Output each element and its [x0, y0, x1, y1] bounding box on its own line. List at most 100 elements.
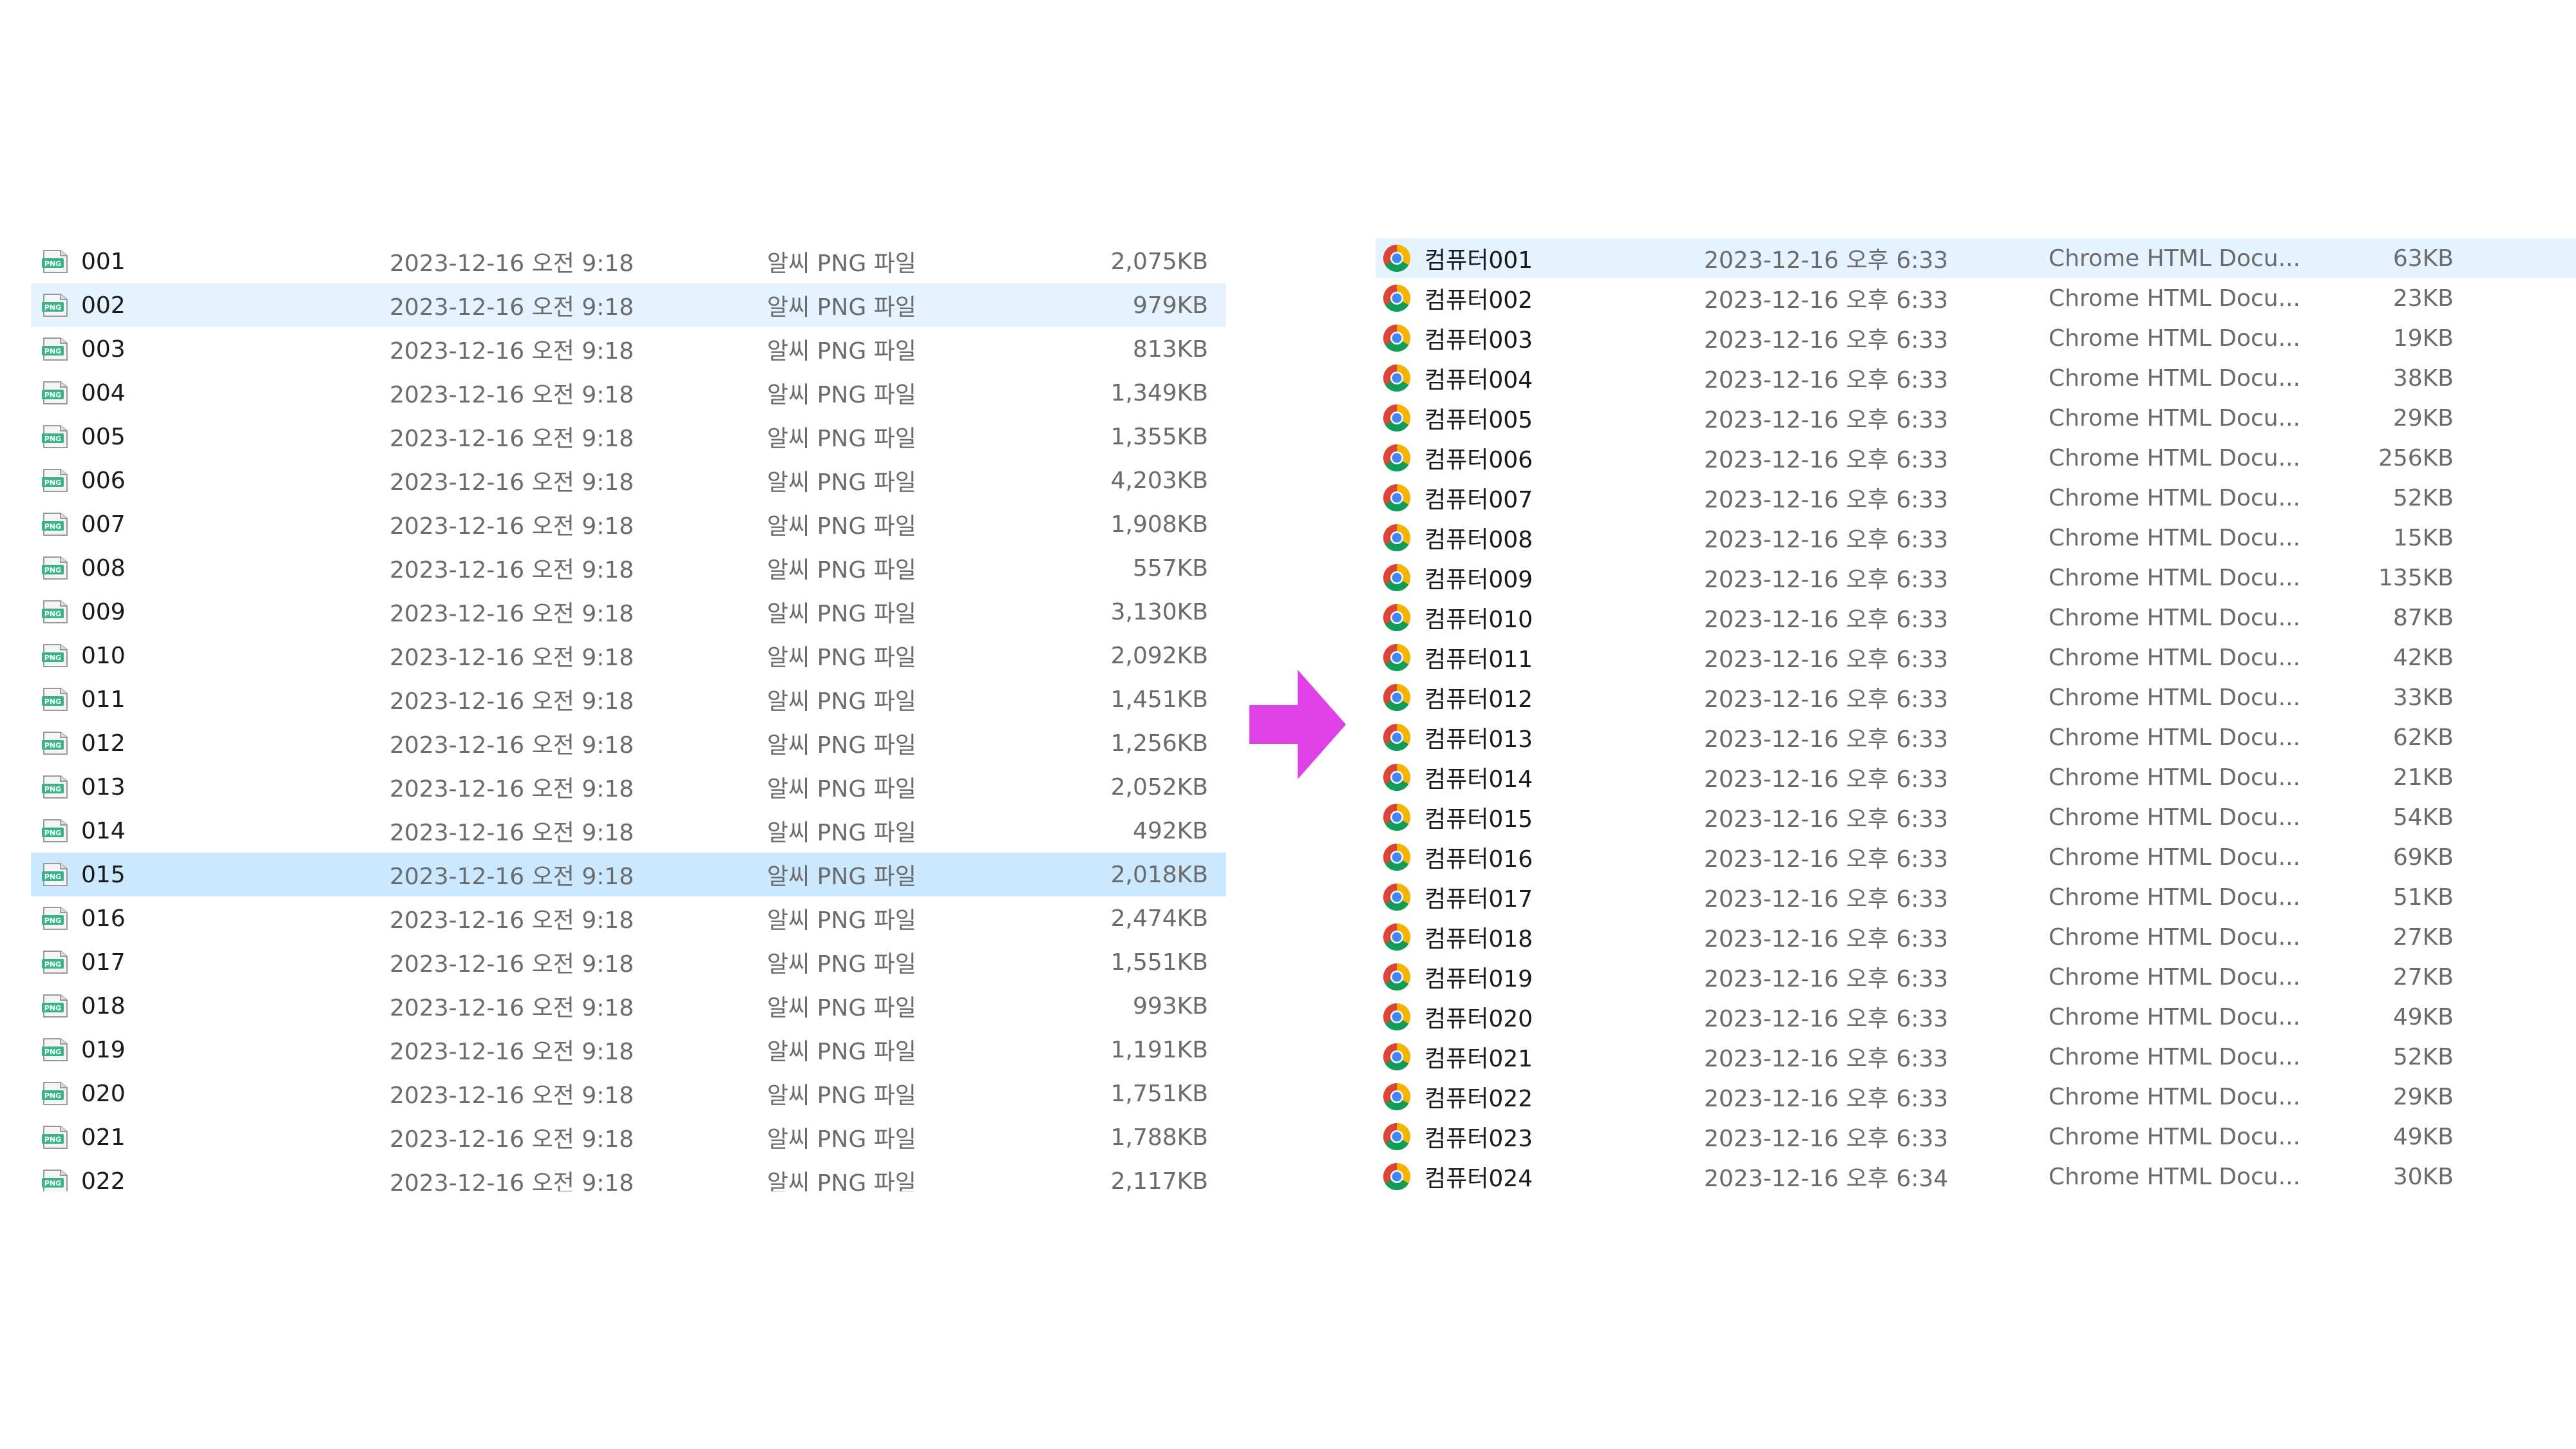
file-size: 38KB	[2392, 365, 2454, 392]
file-row[interactable]: 컴퓨터003 2023-12-16 오후 6:33 Chrome HTML Docu…	[1376, 318, 2576, 358]
file-size: 1,551KB	[1110, 949, 1208, 976]
file-row[interactable]: PNG 009 2023-12-16 오전 9:18 알씨 PNG 파일 3,130KB	[31, 590, 1226, 634]
file-row[interactable]: 컴퓨터018 2023-12-16 오후 6:33 Chrome HTML Docu…	[1376, 917, 2576, 957]
file-type: 알씨 PNG 파일	[767, 1126, 916, 1153]
file-row[interactable]: 컴퓨터010 2023-12-16 오후 6:33 Chrome HTML Docu…	[1376, 598, 2576, 638]
file-row[interactable]: 컴퓨터008 2023-12-16 오후 6:33 Chrome HTML Docu…	[1376, 518, 2576, 558]
file-type: Chrome HTML Docu...	[2049, 484, 2300, 511]
file-row[interactable]: 컴퓨터015 2023-12-16 오후 6:33 Chrome HTML Docu…	[1376, 797, 2576, 837]
file-row[interactable]: 컴퓨터011 2023-12-16 오후 6:33 Chrome HTML Docu…	[1376, 638, 2576, 677]
file-row[interactable]: 컴퓨터019 2023-12-16 오후 6:33 Chrome HTML Docu…	[1376, 957, 2576, 997]
file-row[interactable]: 컴퓨터006 2023-12-16 오후 6:33 Chrome HTML Docu…	[1376, 438, 2576, 478]
file-name: 002	[81, 292, 126, 319]
file-row[interactable]: 컴퓨터013 2023-12-16 오후 6:33 Chrome HTML Docu…	[1376, 717, 2576, 757]
svg-text:PNG: PNG	[44, 303, 61, 312]
file-size: 4,203KB	[1110, 467, 1208, 494]
file-size: 2,474KB	[1110, 905, 1208, 932]
svg-text:PNG: PNG	[44, 260, 61, 268]
file-row[interactable]: 컴퓨터021 2023-12-16 오후 6:33 Chrome HTML Docu…	[1376, 1037, 2576, 1077]
file-row[interactable]: PNG 018 2023-12-16 오전 9:18 알씨 PNG 파일 993KB	[31, 984, 1226, 1028]
file-date-modified: 2023-12-16 오후 6:33	[1704, 247, 1949, 274]
file-size: 87KB	[2392, 604, 2454, 631]
file-row[interactable]: PNG 017 2023-12-16 오전 9:18 알씨 PNG 파일 1,551KB	[31, 940, 1226, 984]
file-row[interactable]: 컴퓨터024 2023-12-16 오후 6:34 Chrome HTML Docu…	[1376, 1157, 2576, 1191]
file-date-modified: 2023-12-16 오전 9:18	[390, 820, 634, 846]
file-name: 017	[81, 949, 126, 976]
file-name: 012	[81, 730, 126, 757]
file-name: 022	[81, 1168, 126, 1192]
file-row[interactable]: PNG 011 2023-12-16 오전 9:18 알씨 PNG 파일 1,451KB	[31, 677, 1226, 721]
file-size: 2,018KB	[1110, 861, 1208, 888]
png-image-file-icon: PNG	[41, 853, 71, 896]
file-row[interactable]: PNG 008 2023-12-16 오전 9:18 알씨 PNG 파일 557KB	[31, 546, 1226, 590]
file-row[interactable]: PNG 020 2023-12-16 오전 9:18 알씨 PNG 파일 1,751KB	[31, 1072, 1226, 1115]
svg-text:PNG: PNG	[44, 347, 61, 355]
file-type: Chrome HTML Docu...	[2049, 325, 2300, 352]
file-row[interactable]: 컴퓨터001 2023-12-16 오후 6:33 Chrome HTML Docu…	[1376, 238, 2576, 278]
svg-text:PNG: PNG	[44, 435, 61, 443]
svg-text:PNG: PNG	[44, 478, 61, 487]
file-row[interactable]: PNG 010 2023-12-16 오전 9:18 알씨 PNG 파일 2,092KB	[31, 634, 1226, 677]
file-row[interactable]: PNG 002 2023-12-16 오전 9:18 알씨 PNG 파일 979KB	[31, 283, 1226, 327]
file-row[interactable]: PNG 003 2023-12-16 오전 9:18 알씨 PNG 파일 813KB	[31, 327, 1226, 371]
file-size: 2,092KB	[1110, 642, 1208, 669]
file-row[interactable]: PNG 019 2023-12-16 오전 9:18 알씨 PNG 파일 1,191KB	[31, 1028, 1226, 1072]
file-row[interactable]: PNG 021 2023-12-16 오전 9:18 알씨 PNG 파일 1,788KB	[31, 1115, 1226, 1159]
file-name: 컴퓨터021	[1425, 1046, 1533, 1072]
file-name: 008	[81, 554, 126, 582]
file-row[interactable]: 컴퓨터022 2023-12-16 오후 6:33 Chrome HTML Docu…	[1376, 1077, 2576, 1117]
file-row[interactable]: 컴퓨터009 2023-12-16 오후 6:33 Chrome HTML Docu…	[1376, 558, 2576, 598]
file-name: 019	[81, 1036, 126, 1063]
chrome-icon	[1382, 917, 1414, 957]
file-row[interactable]: PNG 016 2023-12-16 오전 9:18 알씨 PNG 파일 2,474KB	[31, 896, 1226, 940]
file-row[interactable]: PNG 004 2023-12-16 오전 9:18 알씨 PNG 파일 1,349KB	[31, 371, 1226, 415]
chrome-icon	[1382, 598, 1414, 638]
svg-text:PNG: PNG	[44, 1092, 61, 1100]
file-date-modified: 2023-12-16 오전 9:18	[390, 513, 634, 540]
file-row[interactable]: 컴퓨터016 2023-12-16 오후 6:33 Chrome HTML Docu…	[1376, 837, 2576, 877]
file-row[interactable]: PNG 006 2023-12-16 오전 9:18 알씨 PNG 파일 4,203KB	[31, 459, 1226, 502]
file-row[interactable]: PNG 005 2023-12-16 오전 9:18 알씨 PNG 파일 1,355KB	[31, 415, 1226, 459]
png-image-file-icon: PNG	[41, 1028, 71, 1072]
file-name: 컴퓨터007	[1425, 487, 1533, 513]
file-name: 컴퓨터017	[1425, 886, 1533, 913]
file-name: 컴퓨터008	[1425, 527, 1533, 553]
file-row[interactable]: 컴퓨터020 2023-12-16 오후 6:33 Chrome HTML Docu…	[1376, 997, 2576, 1037]
file-row[interactable]: 컴퓨터014 2023-12-16 오후 6:33 Chrome HTML Docu…	[1376, 757, 2576, 797]
file-row[interactable]: 컴퓨터004 2023-12-16 오후 6:33 Chrome HTML Docu…	[1376, 358, 2576, 398]
file-type: Chrome HTML Docu...	[2049, 764, 2300, 791]
file-date-modified: 2023-12-16 오후 6:33	[1704, 1046, 1949, 1072]
file-row[interactable]: PNG 022 2023-12-16 오전 9:18 알씨 PNG 파일 2,117KB	[31, 1159, 1226, 1191]
file-name: 컴퓨터024	[1425, 1166, 1533, 1191]
file-row[interactable]: PNG 012 2023-12-16 오전 9:18 알씨 PNG 파일 1,256KB	[31, 721, 1226, 765]
file-type: Chrome HTML Docu...	[2049, 844, 2300, 871]
file-row[interactable]: PNG 013 2023-12-16 오전 9:18 알씨 PNG 파일 2,052KB	[31, 765, 1226, 809]
file-name: 006	[81, 467, 126, 494]
file-row[interactable]: 컴퓨터005 2023-12-16 오후 6:33 Chrome HTML Docu…	[1376, 398, 2576, 438]
file-row[interactable]: 컴퓨터007 2023-12-16 오후 6:33 Chrome HTML Docu…	[1376, 478, 2576, 518]
file-name: 018	[81, 992, 126, 1019]
file-type: Chrome HTML Docu...	[2049, 724, 2300, 751]
file-row[interactable]: 컴퓨터002 2023-12-16 오후 6:33 Chrome HTML Docu…	[1376, 278, 2576, 318]
file-name: 011	[81, 686, 126, 713]
file-row[interactable]: PNG 015 2023-12-16 오전 9:18 알씨 PNG 파일 2,018KB	[31, 853, 1226, 896]
file-row[interactable]: PNG 007 2023-12-16 오전 9:18 알씨 PNG 파일 1,908KB	[31, 502, 1226, 546]
file-row[interactable]: PNG 001 2023-12-16 오전 9:18 알씨 PNG 파일 2,075KB	[31, 240, 1226, 283]
file-row[interactable]: 컴퓨터023 2023-12-16 오후 6:33 Chrome HTML Docu…	[1376, 1117, 2576, 1157]
file-name: 컴퓨터001	[1425, 247, 1533, 274]
svg-text:PNG: PNG	[44, 1135, 61, 1144]
png-image-file-icon: PNG	[41, 459, 71, 502]
file-type: Chrome HTML Docu...	[2049, 923, 2300, 951]
chrome-icon	[1382, 677, 1414, 717]
file-row[interactable]: 컴퓨터017 2023-12-16 오후 6:33 Chrome HTML Docu…	[1376, 877, 2576, 917]
chrome-icon	[1382, 358, 1414, 398]
file-date-modified: 2023-12-16 오전 9:18	[390, 601, 634, 627]
file-name: 013	[81, 773, 126, 800]
chrome-icon	[1382, 1077, 1414, 1117]
file-row[interactable]: 컴퓨터012 2023-12-16 오후 6:33 Chrome HTML Docu…	[1376, 677, 2576, 717]
file-type: Chrome HTML Docu...	[2049, 1003, 2300, 1030]
file-name: 005	[81, 423, 126, 450]
file-size: 1,355KB	[1110, 423, 1208, 450]
file-name: 021	[81, 1124, 126, 1151]
file-row[interactable]: PNG 014 2023-12-16 오전 9:18 알씨 PNG 파일 492KB	[31, 809, 1226, 853]
